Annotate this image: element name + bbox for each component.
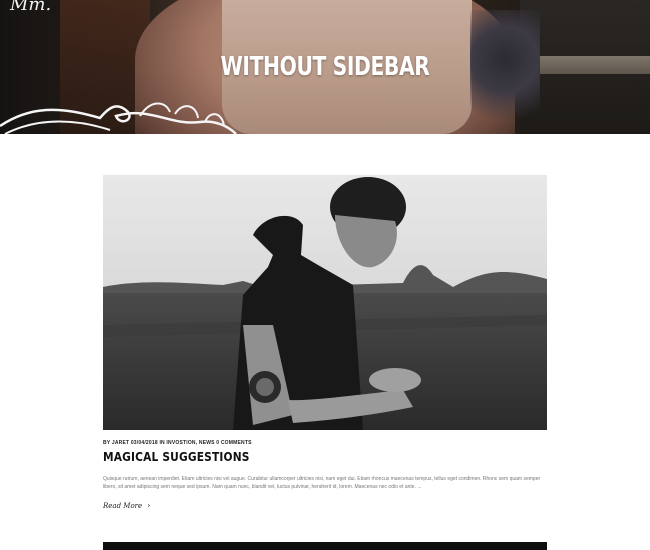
ornament-swirl-icon bbox=[0, 102, 237, 134]
post-excerpt: Quisque rutrum, aenean imperdiet. Etiam … bbox=[103, 476, 541, 490]
chevron-right-icon: › bbox=[147, 501, 151, 510]
post-meta: BY JARET 03/04/2018 IN INVOSTION, NEWS 0… bbox=[103, 440, 252, 446]
post-featured-image[interactable] bbox=[103, 175, 547, 430]
site-logo[interactable]: Mm. bbox=[10, 0, 51, 15]
page-title: WITHOUT SIDEBAR bbox=[220, 52, 430, 82]
page-hero: Mm. WITHOUT SIDEBAR bbox=[0, 0, 650, 134]
read-more-link[interactable]: Read More › bbox=[103, 501, 150, 510]
next-post-image[interactable] bbox=[103, 542, 547, 550]
read-more-label: Read More bbox=[103, 502, 143, 510]
post-title[interactable]: MAGICAL SUGGESTIONS bbox=[103, 449, 250, 464]
